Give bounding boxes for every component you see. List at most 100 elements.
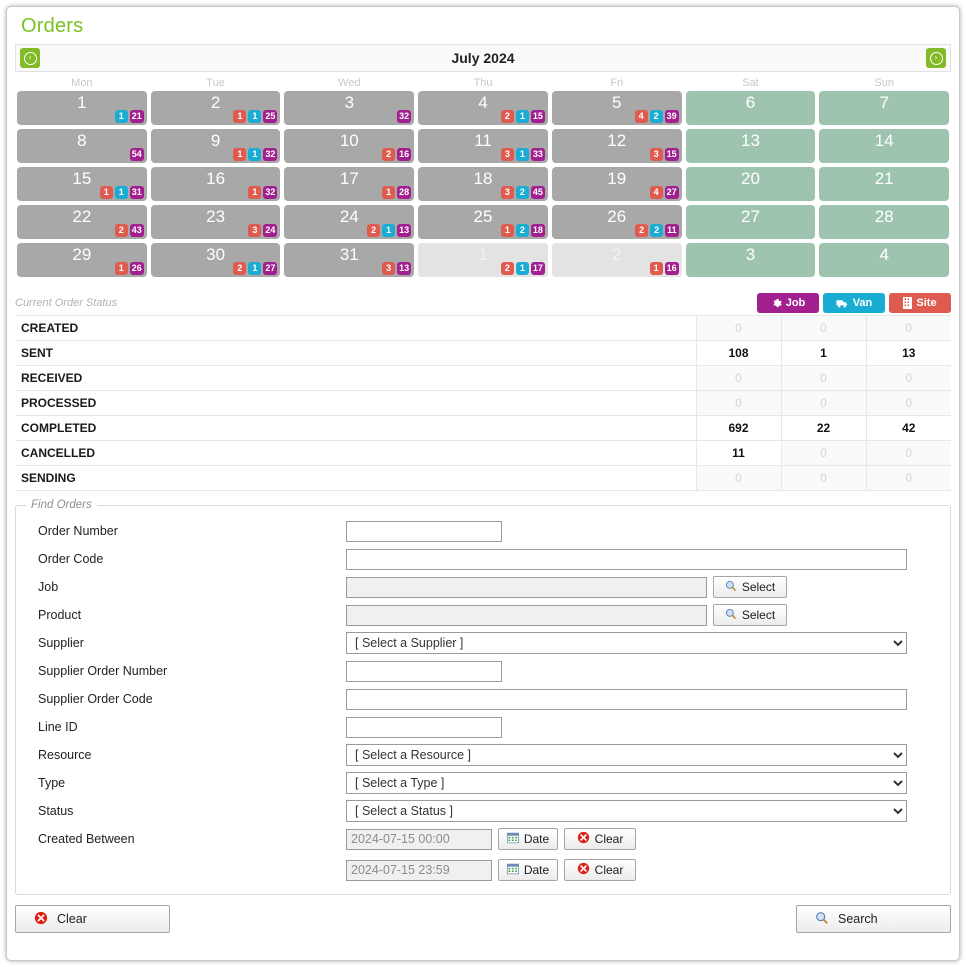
calendar-day-cell[interactable]: 1 2 1 17: [418, 243, 548, 277]
clear-all-button[interactable]: Clear: [15, 905, 170, 933]
badge-site[interactable]: 1: [114, 262, 128, 275]
badge-site[interactable]: 1: [248, 186, 262, 199]
calendar-day-cell[interactable]: 10 2 16: [284, 129, 415, 163]
badge-job[interactable]: 21: [129, 110, 144, 123]
badge-site[interactable]: 1: [382, 186, 396, 199]
supplier-order-number-input[interactable]: [346, 660, 502, 682]
calendar-day-cell[interactable]: 29 1 26: [17, 243, 147, 277]
calendar-day-cell[interactable]: 21: [819, 167, 950, 201]
type-select[interactable]: [ Select a Type ]: [346, 772, 907, 794]
badge-site[interactable]: 3: [500, 186, 514, 199]
calendar-day-cell[interactable]: 5 4 2 39: [551, 91, 682, 125]
calendar-day-cell[interactable]: 7: [819, 91, 950, 125]
resource-select[interactable]: [ Select a Resource ]: [346, 744, 907, 766]
calendar-day-cell[interactable]: 12 3 15: [551, 129, 682, 163]
badge-job[interactable]: 24: [263, 224, 278, 237]
badge-job[interactable]: 32: [263, 186, 278, 199]
badge-job[interactable]: 25: [263, 110, 278, 123]
badge-van[interactable]: 1: [382, 224, 396, 237]
calendar-day-cell[interactable]: 25 1 2 18: [418, 205, 548, 239]
filter-chip-van[interactable]: Van: [823, 293, 885, 313]
badge-job[interactable]: 11: [665, 224, 679, 237]
order-code-input[interactable]: [346, 548, 907, 570]
calendar-day-cell[interactable]: 14: [819, 129, 950, 163]
badge-job[interactable]: 26: [129, 262, 144, 275]
search-button[interactable]: Search: [796, 905, 951, 933]
job-select-button[interactable]: Select: [713, 576, 787, 598]
badge-site[interactable]: 3: [649, 148, 663, 161]
calendar-day-cell[interactable]: 8 54: [17, 129, 147, 163]
created-to-clear-button[interactable]: Clear: [564, 859, 636, 881]
calendar-day-cell[interactable]: 4: [819, 243, 950, 277]
badge-van[interactable]: 1: [515, 148, 529, 161]
badge-van[interactable]: 1: [114, 186, 128, 199]
badge-site[interactable]: 4: [634, 110, 648, 123]
calendar-day-cell[interactable]: 4 2 1 15: [418, 91, 548, 125]
badge-job[interactable]: 16: [664, 262, 679, 275]
badge-job[interactable]: 16: [397, 148, 412, 161]
badge-job[interactable]: 32: [397, 110, 412, 123]
badge-van[interactable]: 2: [650, 224, 664, 237]
badge-job[interactable]: 39: [664, 110, 679, 123]
badge-job[interactable]: 27: [664, 186, 679, 199]
calendar-day-cell[interactable]: 27: [685, 205, 816, 239]
badge-site[interactable]: 2: [500, 262, 514, 275]
badge-job[interactable]: 32: [263, 148, 278, 161]
badge-van[interactable]: 1: [248, 262, 262, 275]
calendar-day-cell[interactable]: 31 3 13: [284, 243, 415, 277]
calendar-day-cell[interactable]: 11 3 1 33: [418, 129, 548, 163]
created-from-clear-button[interactable]: Clear: [564, 828, 636, 850]
badge-van[interactable]: 2: [649, 110, 663, 123]
calendar-day-cell[interactable]: 13: [685, 129, 816, 163]
prev-month-button[interactable]: ‹: [20, 48, 40, 68]
calendar-day-cell[interactable]: 3: [685, 243, 816, 277]
badge-site[interactable]: 1: [233, 110, 247, 123]
calendar-day-cell[interactable]: 2 1 16: [551, 243, 682, 277]
badge-job[interactable]: 17: [530, 262, 545, 275]
calendar-day-cell[interactable]: 17 1 28: [284, 167, 415, 201]
badge-job[interactable]: 18: [530, 224, 545, 237]
badge-job[interactable]: 31: [129, 186, 144, 199]
badge-van[interactable]: 1: [515, 110, 529, 123]
badge-job[interactable]: 13: [397, 224, 412, 237]
badge-job[interactable]: 13: [397, 262, 412, 275]
calendar-day-cell[interactable]: 22 2 43: [17, 205, 147, 239]
calendar-day-cell[interactable]: 24 2 1 13: [284, 205, 415, 239]
filter-chip-site[interactable]: Site: [889, 293, 951, 313]
calendar-day-cell[interactable]: 26 2 2 11: [551, 205, 682, 239]
badge-job[interactable]: 45: [530, 186, 545, 199]
badge-job[interactable]: 15: [664, 148, 679, 161]
badge-site[interactable]: 2: [114, 224, 128, 237]
calendar-day-cell[interactable]: 2 1 1 25: [150, 91, 281, 125]
badge-site[interactable]: 4: [649, 186, 663, 199]
badge-site[interactable]: 2: [367, 224, 381, 237]
calendar-day-cell[interactable]: 30 2 1 27: [150, 243, 281, 277]
product-select-button[interactable]: Select: [713, 604, 787, 626]
badge-site[interactable]: 1: [649, 262, 663, 275]
badge-site[interactable]: 2: [233, 262, 247, 275]
badge-site[interactable]: 3: [382, 262, 396, 275]
calendar-day-cell[interactable]: 23 3 24: [150, 205, 281, 239]
line-id-input[interactable]: [346, 716, 502, 738]
badge-site[interactable]: 1: [99, 186, 113, 199]
badge-job[interactable]: 33: [530, 148, 545, 161]
calendar-day-cell[interactable]: 19 4 27: [551, 167, 682, 201]
badge-job[interactable]: 28: [397, 186, 412, 199]
created-from-date-button[interactable]: Date: [498, 828, 558, 850]
badge-van[interactable]: 1: [248, 110, 262, 123]
calendar-day-cell[interactable]: 9 1 1 32: [150, 129, 281, 163]
badge-site[interactable]: 2: [635, 224, 649, 237]
badge-van[interactable]: 2: [515, 186, 529, 199]
supplier-select[interactable]: [ Select a Supplier ]: [346, 632, 907, 654]
badge-van[interactable]: 1: [515, 262, 529, 275]
created-to-date-button[interactable]: Date: [498, 859, 558, 881]
calendar-day-cell[interactable]: 28: [819, 205, 950, 239]
badge-site[interactable]: 1: [233, 148, 247, 161]
order-number-input[interactable]: [346, 520, 502, 542]
badge-site[interactable]: 1: [500, 224, 514, 237]
badge-site[interactable]: 3: [500, 148, 514, 161]
next-month-button[interactable]: ›: [926, 48, 946, 68]
badge-job[interactable]: 54: [129, 148, 144, 161]
status-select[interactable]: [ Select a Status ]: [346, 800, 907, 822]
calendar-day-cell[interactable]: 16 1 32: [150, 167, 281, 201]
